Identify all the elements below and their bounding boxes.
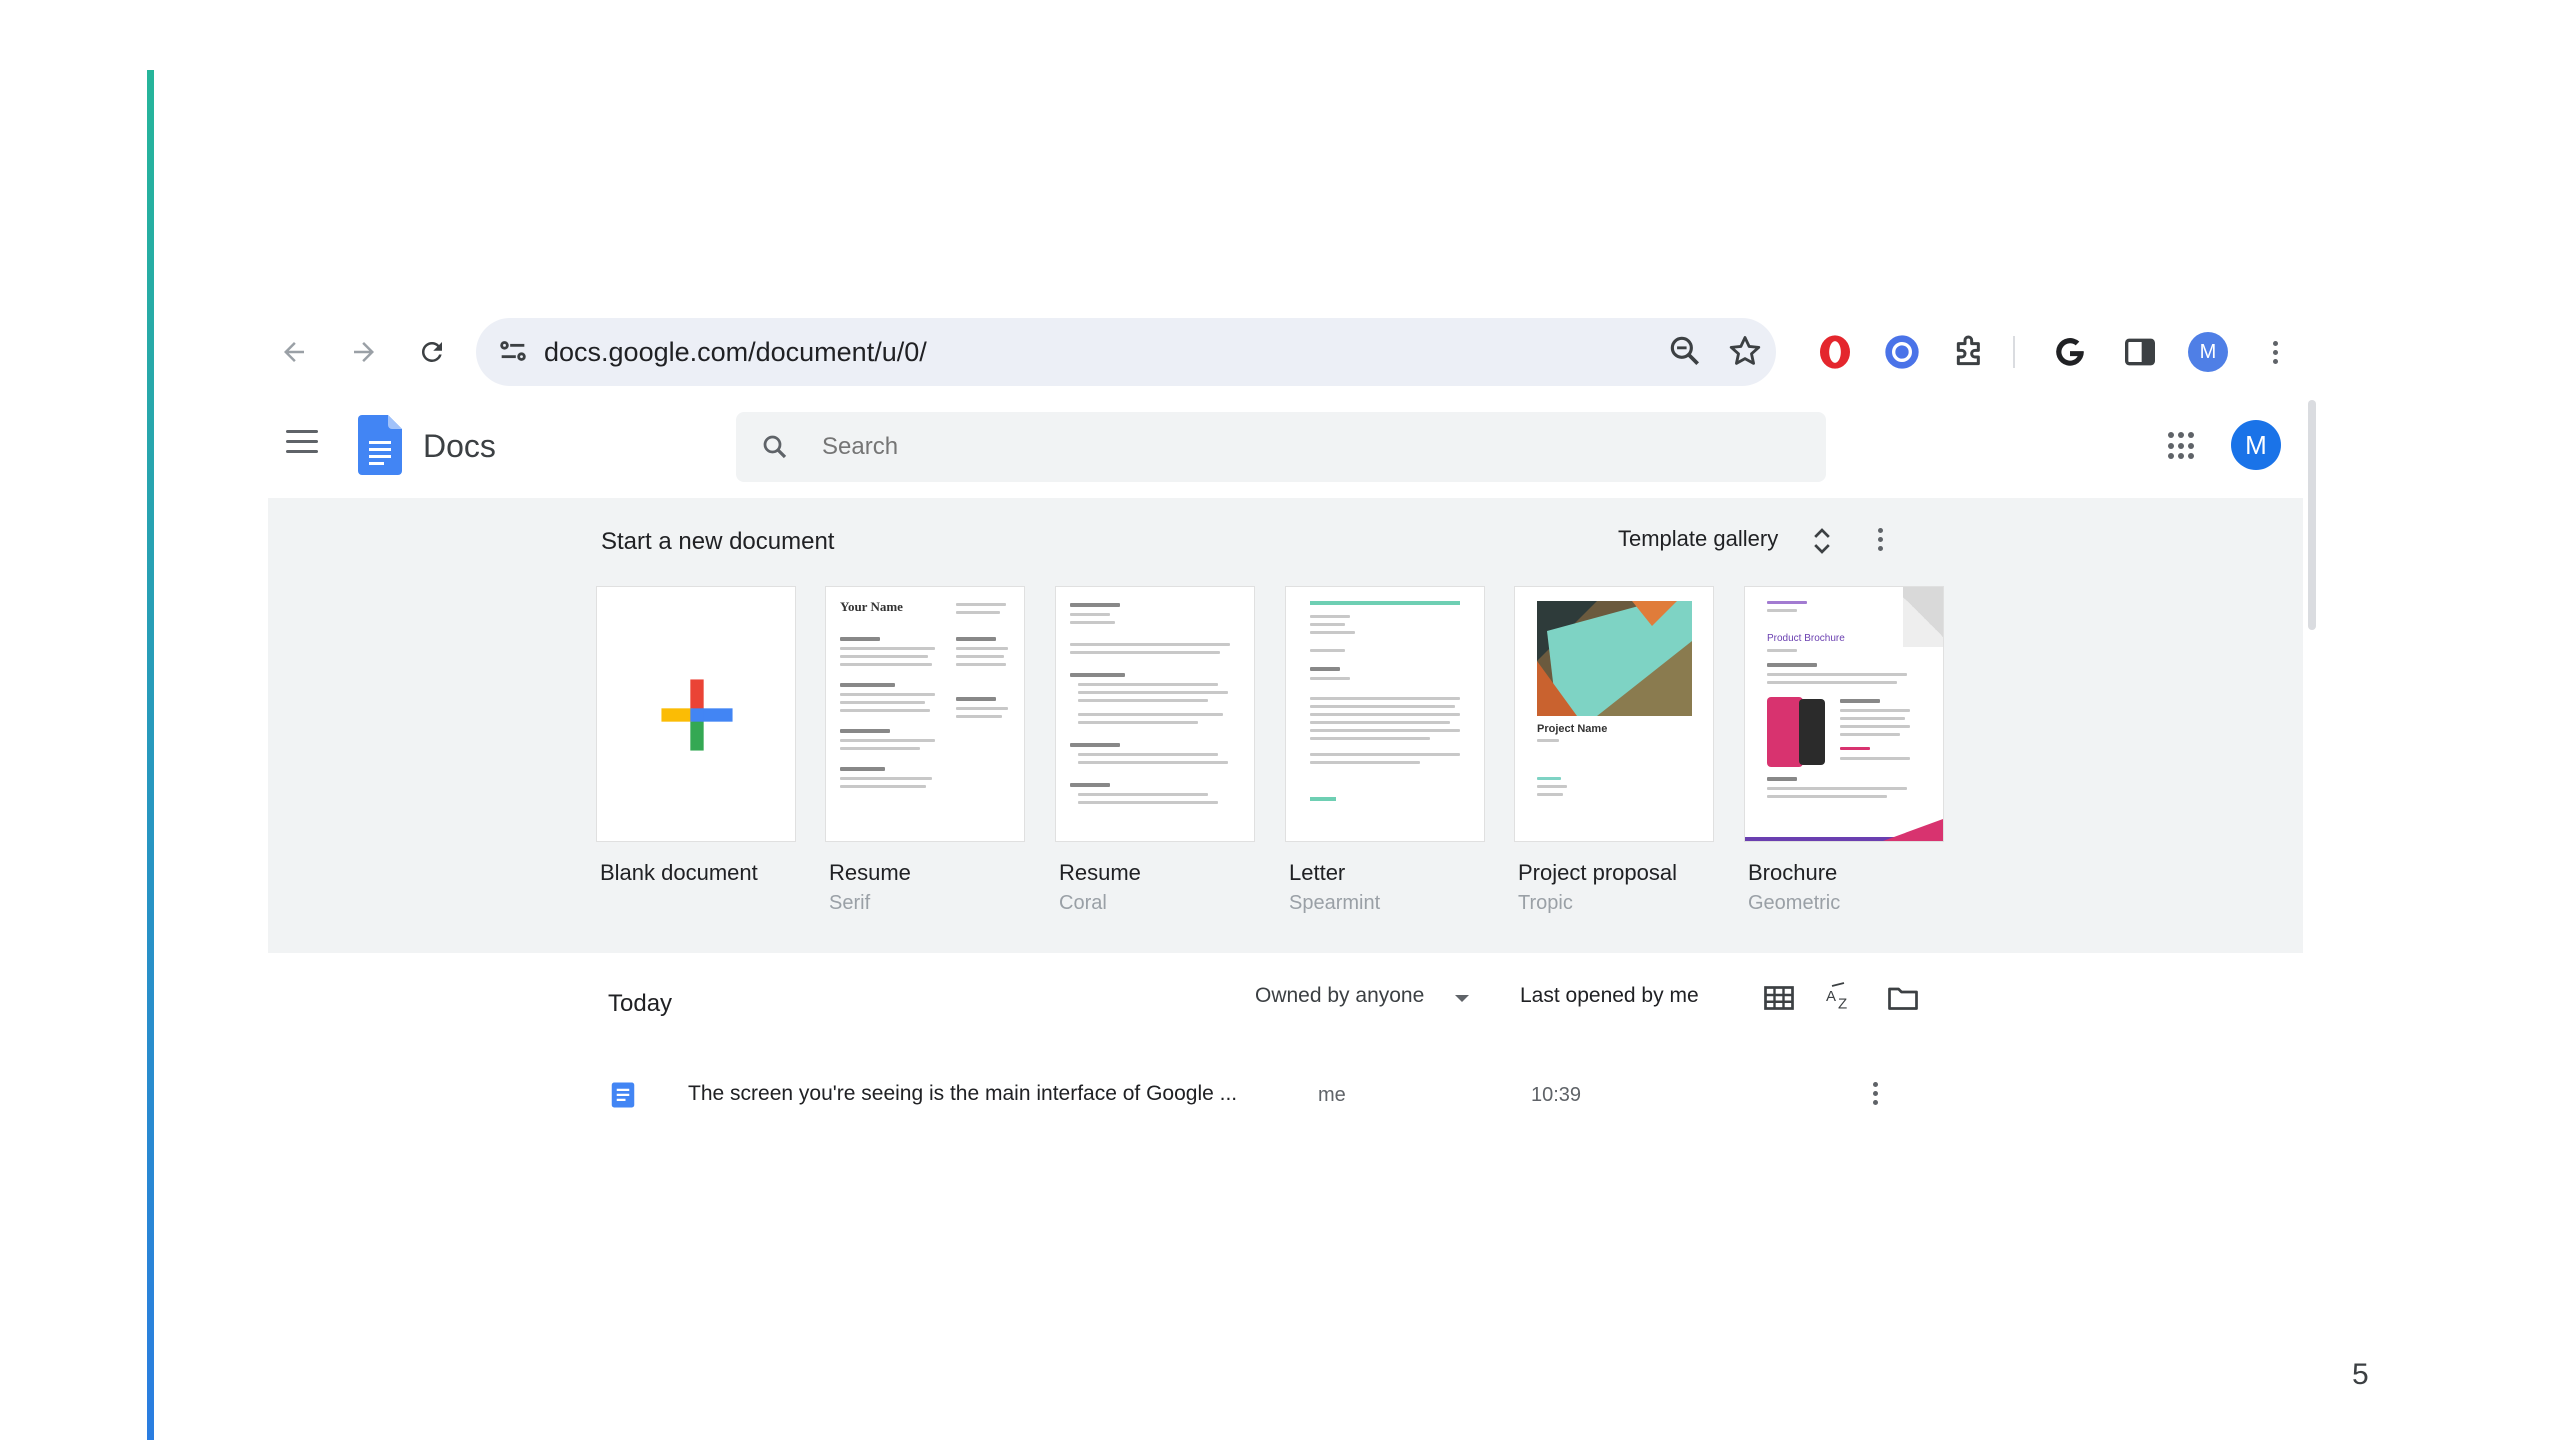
template-project-proposal[interactable]: Project Name Project proposal Tropic (1514, 586, 1714, 915)
opera-icon (1820, 335, 1850, 369)
template-variant: Geometric (1748, 892, 1841, 914)
address-bar[interactable]: docs.google.com/document/u/0/ (476, 318, 1776, 386)
file-more-icon[interactable] (1873, 1082, 1878, 1105)
search-icon[interactable] (760, 432, 790, 462)
profile-button[interactable]: M (2186, 330, 2230, 374)
template-name: Blank document (600, 860, 758, 885)
profile-avatar: M (2188, 332, 2228, 372)
main-menu-icon[interactable] (286, 430, 318, 456)
app-name[interactable]: Docs (423, 428, 496, 465)
translate-extension-button[interactable] (1880, 330, 1924, 374)
account-avatar[interactable]: M (2231, 420, 2281, 470)
template-section-title: Start a new document (601, 528, 835, 555)
google-button[interactable] (2048, 330, 2092, 374)
browser-toolbar: docs.google.com/document/u/0/ M (268, 318, 2313, 386)
section-label-today: Today (608, 990, 673, 1017)
template-name: Resume (829, 860, 911, 885)
reload-icon (421, 341, 442, 362)
template-resume-coral[interactable]: Resume Coral (1055, 586, 1255, 915)
files-header: Today Owned by anyone Last opened by me … (268, 960, 2303, 1040)
side-panel-icon (2125, 338, 2155, 366)
toolbar-separator (2013, 336, 2015, 368)
template-thumbnail[interactable] (1285, 586, 1485, 842)
template-variant: Serif (829, 892, 871, 914)
search-input[interactable] (820, 426, 1724, 468)
template-variant: Spearmint (1289, 892, 1381, 914)
forward-button[interactable] (338, 326, 390, 378)
unfold-icon[interactable] (1811, 526, 1833, 556)
docs-logo-icon[interactable] (358, 415, 402, 475)
arrow-right-icon (354, 342, 374, 362)
template-gallery-button[interactable]: Template gallery (1618, 526, 1778, 552)
side-panel-button[interactable] (2118, 330, 2162, 374)
svg-text:A: A (1826, 988, 1836, 1005)
browser-menu-button[interactable] (2253, 330, 2297, 374)
template-letter-spearmint[interactable]: Letter Spearmint (1285, 586, 1485, 915)
file-last-opened: 10:39 (1531, 1084, 1582, 1106)
arrow-left-icon (284, 342, 304, 362)
more-vert-icon (2272, 340, 2278, 364)
google-g-icon (2056, 338, 2084, 366)
extension-circle-icon (1885, 335, 1919, 369)
owner-filter-dropdown[interactable]: Owned by anyone (1255, 984, 1424, 1008)
thumb-heading: Product Brochure (1767, 633, 1845, 644)
page-scrollbar[interactable] (2308, 400, 2316, 630)
sort-button[interactable]: Last opened by me (1520, 984, 1699, 1008)
template-name: Letter (1289, 860, 1346, 885)
app-header: Docs M (268, 400, 2293, 492)
template-resume-serif[interactable]: Your Name Resume Serif (825, 586, 1025, 915)
zoom-icon[interactable] (1666, 332, 1704, 370)
plus-icon (661, 679, 733, 751)
template-thumbnail[interactable]: Product Brochure (1744, 586, 1944, 842)
docs-file-icon (611, 1082, 635, 1108)
file-row[interactable]: The screen you're seeing is the main int… (268, 1060, 2303, 1130)
template-name: Resume (1059, 860, 1141, 885)
template-section: Start a new document Template gallery Bl… (268, 498, 2303, 953)
url-text[interactable]: docs.google.com/document/u/0/ (544, 337, 927, 368)
caret-down-icon[interactable] (1455, 995, 1469, 1002)
thumb-heading: Your Name (840, 599, 903, 614)
search-bar[interactable] (736, 412, 1826, 482)
docs-app: Docs M Start a new document Template gal… (268, 400, 2316, 1300)
folder-icon[interactable] (1885, 980, 1921, 1016)
grid-view-icon[interactable] (1761, 980, 1797, 1016)
template-blank[interactable]: Blank document (596, 586, 796, 892)
template-thumbnail[interactable] (596, 586, 796, 842)
file-owner: me (1318, 1084, 1346, 1106)
slide-page-number: 5 (2352, 1358, 2369, 1391)
thumb-heading: Project Name (1537, 723, 1608, 735)
template-thumbnail[interactable]: Your Name (825, 586, 1025, 842)
template-name: Brochure (1748, 860, 1838, 885)
template-variant: Coral (1059, 892, 1107, 914)
template-thumbnail[interactable] (1055, 586, 1255, 842)
back-button[interactable] (268, 326, 320, 378)
template-variant: Tropic (1518, 892, 1573, 914)
sort-az-icon[interactable]: A Z (1823, 980, 1859, 1016)
template-name: Project proposal (1518, 860, 1677, 885)
google-apps-icon[interactable] (2168, 432, 2196, 460)
svg-text:Z: Z (1838, 996, 1847, 1013)
template-thumbnail[interactable]: Project Name (1514, 586, 1714, 842)
tropic-cover-graphic (1537, 601, 1692, 716)
template-brochure[interactable]: Product Brochure Brochure Geometric (1744, 586, 1944, 915)
puzzle-icon (1956, 335, 1980, 366)
site-settings-icon[interactable] (496, 334, 530, 368)
bookmark-star-icon[interactable] (1726, 332, 1764, 370)
opera-extension-button[interactable] (1813, 330, 1857, 374)
file-name[interactable]: The screen you're seeing is the main int… (688, 1082, 1237, 1106)
extensions-button[interactable] (1948, 330, 1992, 374)
reload-button[interactable] (406, 326, 458, 378)
slide-accent-bar (147, 70, 154, 1440)
template-more-icon[interactable] (1878, 528, 1883, 551)
